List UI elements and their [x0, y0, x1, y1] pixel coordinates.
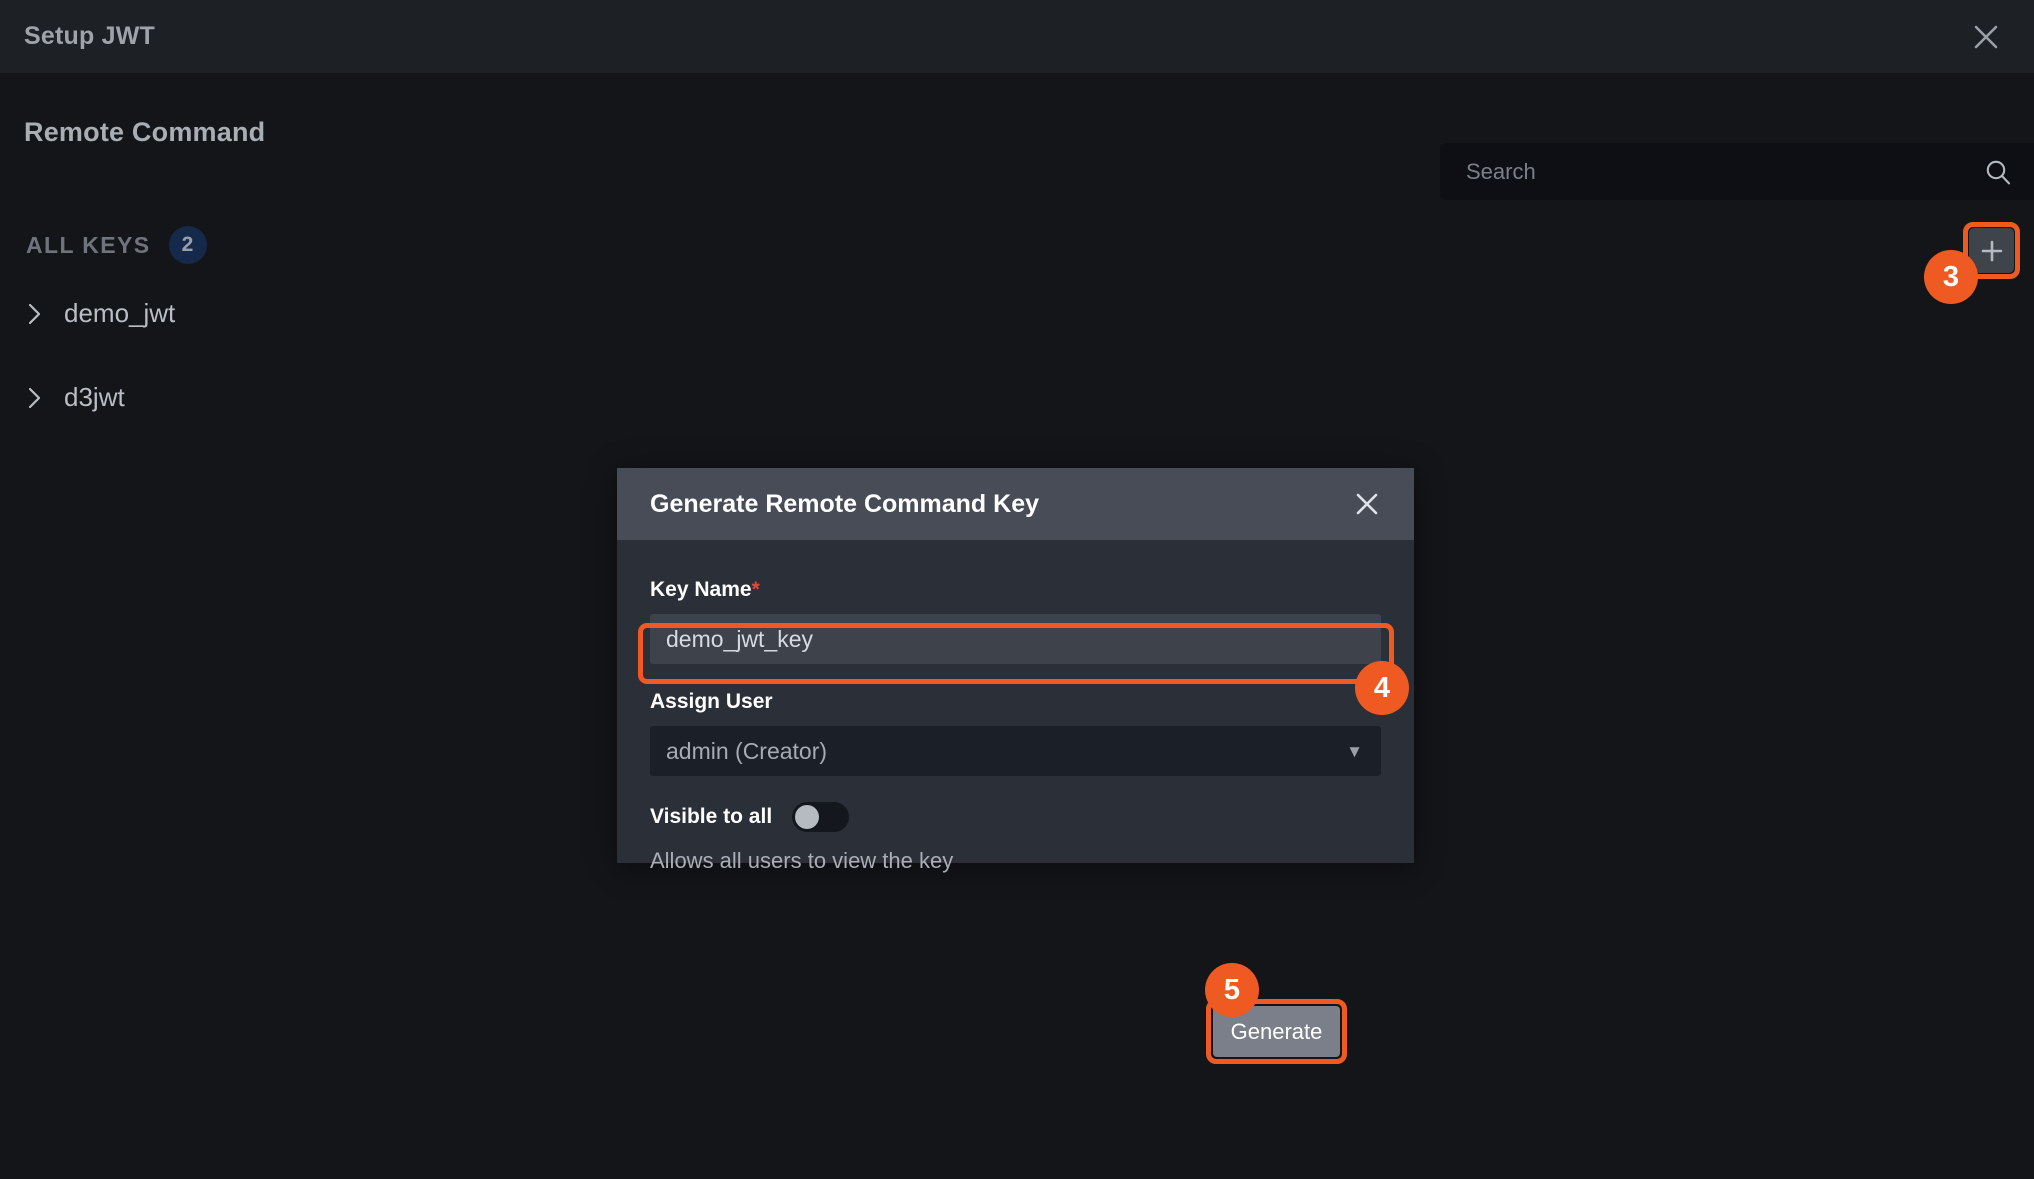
callout-badge-5: 5: [1205, 963, 1259, 1017]
key-name-input[interactable]: [650, 614, 1381, 664]
search-bar[interactable]: [1440, 143, 2034, 200]
chevron-right-icon: [28, 387, 42, 409]
assign-user-select[interactable]: admin (Creator) ▼: [650, 726, 1381, 776]
key-name-label-text: Key Name: [650, 578, 752, 601]
modal-body: Key Name* Assign User admin (Creator) ▼ …: [617, 540, 1414, 874]
key-name-label: Key Name*: [650, 578, 1381, 602]
chevron-right-icon: [28, 303, 42, 325]
visible-to-all-label: Visible to all: [650, 805, 772, 829]
modal-header: Generate Remote Command Key: [617, 468, 1414, 540]
search-input[interactable]: [1466, 143, 1970, 200]
list-item[interactable]: d3jwt: [28, 382, 125, 413]
chevron-down-icon: ▼: [1346, 743, 1363, 760]
page-title: Remote Command: [24, 117, 265, 148]
visible-to-all-description: Allows all users to view the key: [650, 848, 1381, 874]
search-icon[interactable]: [1970, 143, 2026, 200]
callout-badge-3: 3: [1924, 250, 1978, 304]
modal-title: Generate Remote Command Key: [650, 490, 1039, 519]
key-name-label: demo_jwt: [64, 298, 175, 329]
callout-badge-4: 4: [1355, 661, 1409, 715]
all-keys-label: ALL KEYS: [26, 232, 151, 259]
toggle-knob: [795, 805, 819, 829]
all-keys-count-badge: 2: [169, 226, 207, 264]
key-name-label: d3jwt: [64, 382, 125, 413]
window-title: Setup JWT: [24, 22, 155, 51]
plus-icon: [1979, 238, 2005, 264]
assign-user-label: Assign User: [650, 690, 1381, 714]
window-titlebar: Setup JWT: [0, 0, 2034, 73]
assign-user-selected-value: admin (Creator): [666, 738, 827, 765]
close-icon[interactable]: [1964, 15, 2008, 59]
all-keys-header: ALL KEYS 2: [26, 226, 207, 264]
required-marker: *: [752, 578, 760, 601]
close-icon[interactable]: [1350, 487, 1384, 521]
visible-to-all-row: Visible to all: [650, 802, 1381, 832]
visible-to-all-toggle[interactable]: [792, 802, 849, 832]
list-item[interactable]: demo_jwt: [28, 298, 175, 329]
generate-key-modal: Generate Remote Command Key Key Name* As…: [617, 468, 1414, 863]
